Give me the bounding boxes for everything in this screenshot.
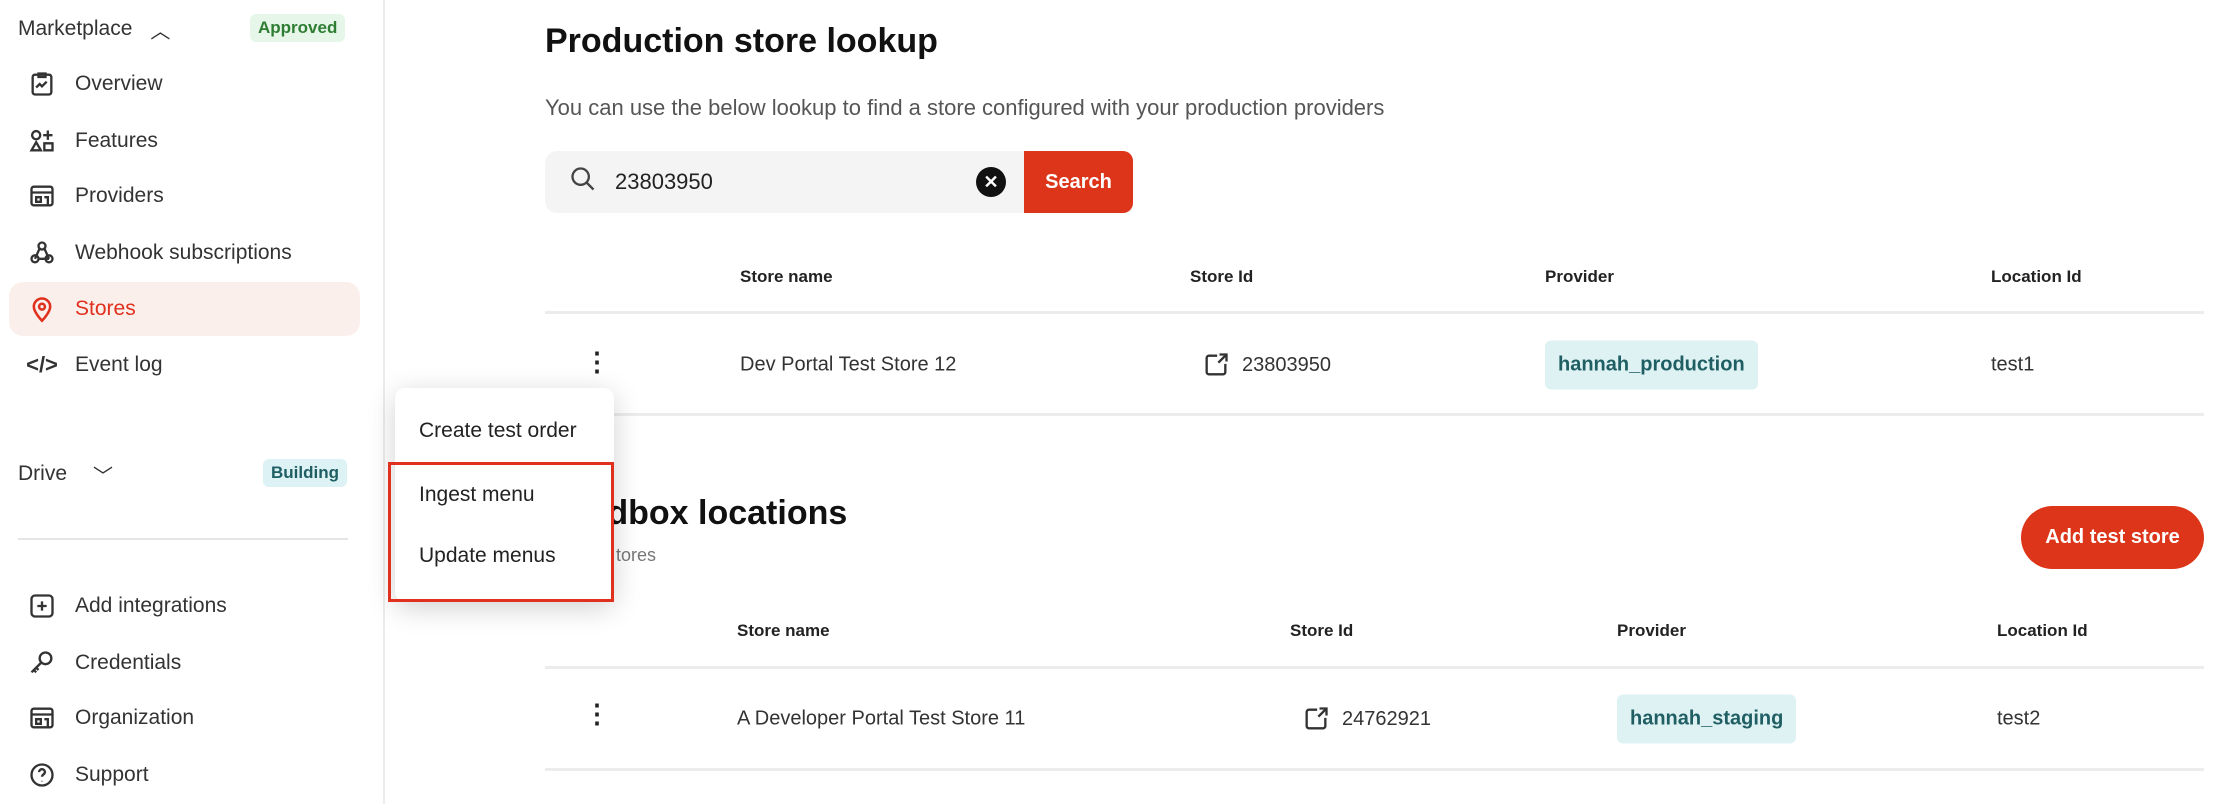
column-header-store-name: Store name bbox=[737, 621, 830, 640]
drive-label: Drive bbox=[18, 462, 68, 485]
sidebar-item-stores[interactable]: Stores bbox=[9, 282, 360, 336]
store-name: Dev Portal Test Store 12 bbox=[740, 353, 957, 376]
more-actions-icon[interactable]: ⋮ bbox=[584, 347, 610, 378]
storefront-icon bbox=[9, 182, 75, 210]
column-header-store-id: Store Id bbox=[1290, 621, 1354, 640]
sidebar-item-label: Credentials bbox=[75, 651, 182, 674]
store-id[interactable]: 23803950 bbox=[1202, 351, 1331, 379]
table-divider bbox=[545, 768, 2204, 771]
chevron-up-icon: ︿ bbox=[150, 20, 171, 43]
highlight-box bbox=[388, 462, 614, 602]
store-id-value: 24762921 bbox=[1342, 707, 1431, 730]
sidebar-item-credentials[interactable]: Credentials bbox=[9, 636, 360, 690]
column-header-provider: Provider bbox=[1617, 621, 1686, 640]
table-divider bbox=[545, 311, 2204, 314]
sidebar-item-webhook-subscriptions[interactable]: Webhook subscriptions bbox=[9, 226, 360, 280]
location-id: test1 bbox=[1991, 353, 2035, 376]
more-actions-icon[interactable]: ⋮ bbox=[584, 699, 610, 730]
sidebar-item-event-log[interactable]: </> Event log bbox=[9, 338, 360, 392]
clear-search-icon[interactable]: ✕ bbox=[976, 167, 1006, 197]
plus-square-icon bbox=[9, 592, 75, 620]
help-circle-icon bbox=[9, 761, 75, 789]
page-title: Production store lookup bbox=[545, 22, 938, 60]
provider-badge: hannah_staging bbox=[1617, 694, 1797, 744]
shapes-icon bbox=[9, 127, 75, 155]
chevron-down-icon: ﹀ bbox=[93, 465, 114, 488]
sidebar-item-organization[interactable]: Organization bbox=[9, 691, 360, 745]
provider-badge: hannah_production bbox=[1545, 340, 1758, 390]
column-header-location-id: Location Id bbox=[1991, 267, 2082, 286]
sidebar-item-support[interactable]: Support bbox=[9, 748, 360, 802]
table-divider bbox=[545, 666, 2204, 669]
external-link-icon bbox=[1205, 353, 1228, 376]
store-name: A Developer Portal Test Store 11 bbox=[737, 707, 1026, 730]
sidebar-item-label: Webhook subscriptions bbox=[75, 241, 292, 264]
search-input[interactable] bbox=[615, 169, 955, 195]
sidebar-item-providers[interactable]: Providers bbox=[9, 169, 360, 223]
menu-item-create-test-order[interactable]: Create test order bbox=[419, 419, 577, 443]
sidebar-item-overview[interactable]: Overview bbox=[9, 57, 360, 111]
sidebar-item-add-integrations[interactable]: Add integrations bbox=[9, 579, 360, 633]
marketplace-section-toggle[interactable]: Marketplace ︿ bbox=[18, 14, 170, 44]
add-test-store-button[interactable]: Add test store bbox=[2021, 506, 2204, 569]
search-button[interactable]: Search bbox=[1024, 151, 1133, 213]
sidebar-item-label: Event log bbox=[75, 353, 163, 376]
sidebar-item-label: Overview bbox=[75, 72, 163, 95]
clipboard-chart-icon bbox=[9, 70, 75, 98]
sidebar-item-label: Stores bbox=[75, 297, 136, 320]
sidebar-divider bbox=[18, 538, 348, 540]
column-header-store-id: Store Id bbox=[1190, 267, 1254, 286]
marketplace-label: Marketplace bbox=[18, 17, 133, 40]
building-badge: Building bbox=[263, 459, 347, 487]
store-id-value: 23803950 bbox=[1242, 353, 1331, 376]
column-header-location-id: Location Id bbox=[1997, 621, 2088, 640]
building-icon bbox=[9, 704, 75, 732]
location-pin-icon bbox=[9, 295, 75, 323]
drive-section-toggle[interactable]: Drive ﹀ bbox=[18, 459, 113, 489]
sidebar-item-label: Add integrations bbox=[75, 594, 227, 617]
sidebar-item-label: Features bbox=[75, 129, 158, 152]
store-id[interactable]: 24762921 bbox=[1302, 705, 1431, 733]
production-subtitle: You can use the below lookup to find a s… bbox=[545, 95, 1385, 120]
sidebar-item-features[interactable]: Features bbox=[9, 114, 360, 168]
column-header-provider: Provider bbox=[1545, 267, 1614, 286]
column-header-store-name: Store name bbox=[740, 267, 833, 286]
sandbox-subtitle: tores bbox=[616, 545, 657, 565]
location-id: test2 bbox=[1997, 707, 2041, 730]
external-link-icon bbox=[1305, 707, 1328, 730]
sidebar-item-label: Organization bbox=[75, 706, 195, 729]
sidebar-item-label: Support bbox=[75, 763, 149, 786]
sidebar-item-label: Providers bbox=[75, 184, 164, 207]
webhook-icon bbox=[9, 239, 75, 267]
table-divider bbox=[545, 413, 2204, 416]
store-search-field[interactable]: ✕ bbox=[545, 151, 1024, 213]
search-icon bbox=[569, 165, 597, 200]
key-icon bbox=[9, 649, 75, 677]
approved-badge: Approved bbox=[250, 14, 346, 42]
sidebar: Marketplace ︿ Approved Overview Features… bbox=[0, 0, 385, 804]
code-icon: </> bbox=[26, 352, 58, 377]
